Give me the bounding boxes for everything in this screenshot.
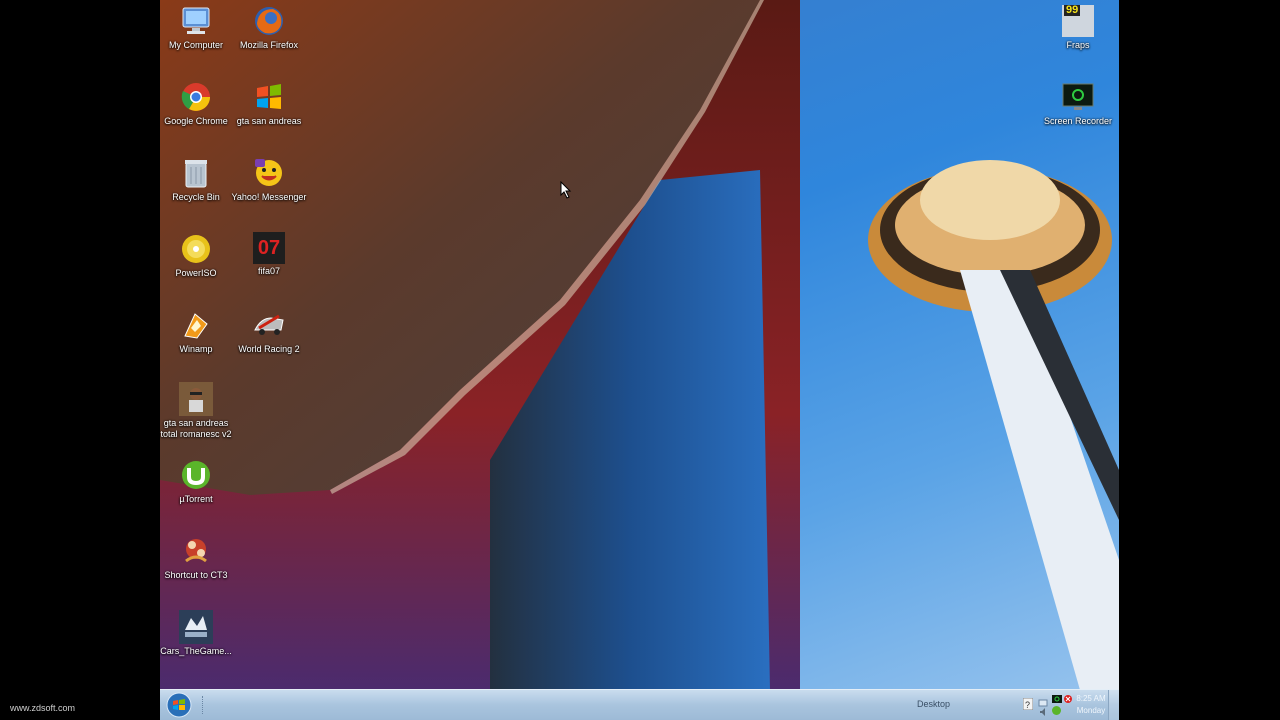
watermark-text: www.zdsoft.com: [10, 703, 76, 713]
recycle-bin-icon: [185, 160, 207, 188]
icon-label: Shortcut to CT3: [164, 570, 228, 580]
desktop-icon-shortcut-to-ct3[interactable]: Shortcut to CT3: [160, 534, 234, 581]
gta-character-icon: [189, 388, 203, 412]
icon-label: My Computer: [168, 40, 223, 50]
utorrent-icon: [182, 461, 210, 489]
taskbar: Desktop ? 8:25 AM Monday: [160, 689, 1119, 720]
icon-label: Fraps: [1066, 40, 1090, 50]
icon-label: Recycle Bin: [172, 192, 220, 202]
windows-orb-icon: [166, 692, 192, 718]
desktop-icon-gta-san-andreas[interactable]: gta san andreas: [231, 80, 307, 127]
tray-screen-recorder-icon[interactable]: [1052, 695, 1062, 704]
start-button[interactable]: [162, 692, 196, 718]
icon-label: fifa07: [257, 266, 281, 276]
desktop-icon-utorrent[interactable]: µTorrent: [160, 458, 234, 505]
desktop-screen: My Computer Mozilla Firefox Google Chrom…: [160, 0, 1119, 720]
tray-help-icon[interactable]: ?: [1023, 698, 1033, 710]
desktop-icon-winamp[interactable]: Winamp: [160, 308, 234, 355]
desktop-icon-screen-recorder[interactable]: Screen Recorder: [1040, 80, 1116, 127]
icon-label: Mozilla Firefox: [239, 40, 298, 50]
fraps-icon: 99: [1062, 5, 1094, 37]
desktop-icon-fraps[interactable]: 99 Fraps: [1040, 4, 1116, 51]
mouse-cursor: [560, 181, 572, 199]
icon-label: Screen Recorder: [1043, 116, 1113, 126]
tray-utorrent-icon[interactable]: [1052, 706, 1061, 715]
icon-label: gta san andreas total romanesc v2: [160, 418, 232, 439]
icon-label: µTorrent: [179, 494, 213, 504]
firefox-icon: [255, 7, 283, 35]
desktop-icon-world-racing-2[interactable]: World Racing 2: [231, 308, 307, 355]
taskbar-grip[interactable]: [202, 696, 205, 714]
icon-label: Winamp: [179, 344, 213, 354]
desktop-icon-fifa07[interactable]: 07 fifa07: [231, 232, 307, 277]
fifa07-icon: 07: [257, 236, 281, 259]
winamp-icon: [184, 313, 208, 339]
desktop-icon-google-chrome[interactable]: Google Chrome: [160, 80, 234, 127]
tray-volume-icon[interactable]: [1040, 708, 1048, 716]
icon-label: Yahoo! Messenger: [231, 192, 307, 202]
chrome-icon: [181, 83, 210, 111]
windows-flag-icon: [257, 84, 281, 109]
desktop-icon-my-computer[interactable]: My Computer: [160, 4, 234, 51]
desktop-icon-mozilla-firefox[interactable]: Mozilla Firefox: [231, 4, 307, 51]
cars-game-icon: [185, 616, 207, 637]
icon-label: World Racing 2: [238, 344, 300, 354]
icon-label: PowerISO: [175, 268, 217, 278]
yahoo-messenger-icon: [255, 159, 282, 186]
computer-icon: [182, 7, 210, 34]
show-desktop-button[interactable]: [1108, 690, 1119, 720]
desktop-icon-cars-the-game[interactable]: Cars_TheGame...: [160, 610, 234, 657]
space-needle-graphic: [868, 160, 1119, 690]
screen-recorder-icon: [1062, 83, 1094, 110]
desktop-icon-recycle-bin[interactable]: Recycle Bin: [160, 156, 234, 203]
fraps-counter: 99: [1064, 4, 1081, 16]
desktop-toolbar-label[interactable]: Desktop: [917, 699, 950, 709]
notification-area: ?: [978, 694, 1072, 716]
desktop-icon-poweriso[interactable]: PowerISO: [160, 232, 234, 279]
desktop-icon-gta-san-andreas-total-romanesc[interactable]: gta san andreas total romanesc v2: [160, 382, 234, 440]
icon-label: gta san andreas: [236, 116, 302, 126]
svg-text:?: ?: [1025, 700, 1030, 710]
poweriso-disc-icon: [182, 235, 210, 263]
ct3-icon: [185, 539, 207, 563]
world-racing-icon: [254, 314, 284, 335]
icon-label: Google Chrome: [164, 116, 228, 126]
icon-label: Cars_TheGame...: [160, 646, 232, 656]
desktop-icon-yahoo-messenger[interactable]: Yahoo! Messenger: [231, 156, 307, 203]
